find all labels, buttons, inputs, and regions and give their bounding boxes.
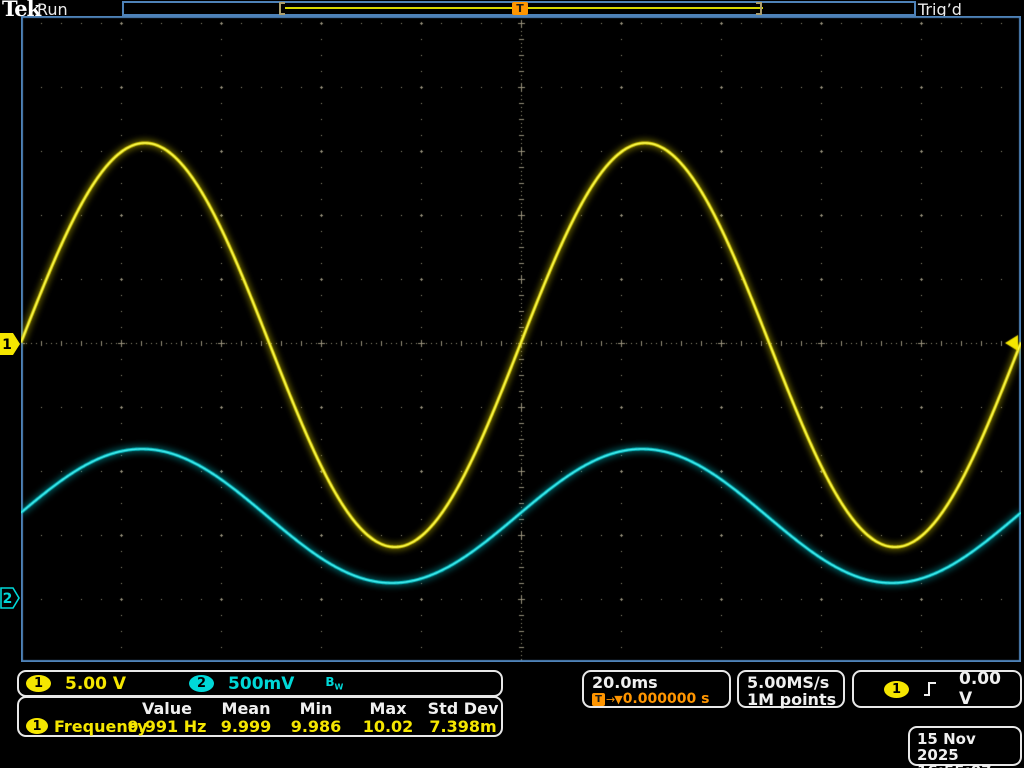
trigger-source-badge: 1 [884, 681, 909, 698]
channel1-ground-marker: 1 [0, 332, 22, 356]
horizontal-scale: 20.0ms [592, 674, 729, 691]
trigger-readout-box: 1 0.00 V [852, 670, 1022, 708]
measurement-source: 1 Frequency [19, 717, 123, 736]
measurement-header-value: Value [123, 699, 211, 718]
record-trigger-position-icon: T [512, 2, 528, 15]
datetime-box: 15 Nov 2025 16:55:07 [908, 726, 1022, 766]
measurement-header-max: Max [351, 699, 425, 718]
oscilloscope-screen: Tek Run Trig’d T T 1 2 1 5.00 V 2 500mV … [0, 0, 1024, 768]
date-label: 15 Nov 2025 [917, 731, 1020, 763]
graticule-canvas [21, 16, 1021, 662]
trigger-level: 0.00 V [959, 669, 1020, 709]
time-label: 16:55:07 [917, 763, 1020, 768]
channel2-ground-marker: 2 [0, 586, 22, 610]
channel1-badge: 1 [26, 675, 51, 692]
measurement-max: 10.02 [351, 717, 425, 736]
bandwidth-limit-icon: BW [325, 675, 343, 691]
measurement-header-min: Min [281, 699, 351, 718]
record-window-right-bracket [756, 2, 762, 15]
measurement-source-badge: 1 [26, 718, 48, 734]
measurement-min: 9.986 [281, 717, 351, 736]
horizontal-readout-box: 20.0ms T →▼ 0.000000 s [582, 670, 731, 708]
sample-rate: 5.00MS/s [747, 674, 843, 691]
trigger-t-icon: T [592, 693, 605, 706]
channel1-scale: 5.00 V [65, 674, 126, 694]
trigger-position-readout: T →▼ 0.000000 s [592, 691, 729, 707]
measurement-value: 9.991 Hz [123, 717, 211, 736]
measurement-stddev: 7.398m [425, 717, 501, 736]
measurement-header-mean: Mean [211, 699, 281, 718]
measurement-box: Value Mean Min Max Std Dev 1 Frequency 9… [17, 696, 503, 737]
trigger-position-value: 0.000000 s [623, 691, 710, 707]
channel-readout-box: 1 5.00 V 2 500mV BW [17, 670, 503, 697]
record-window-left-bracket [279, 2, 285, 15]
channel2-scale: 500mV [228, 674, 294, 694]
channel1-marker-label: 1 [2, 337, 12, 353]
measurement-header-stddev: Std Dev [425, 699, 501, 718]
trigger-arrows-icon: →▼ [606, 693, 622, 706]
channel2-marker-label: 2 [3, 591, 13, 607]
acquisition-readout-box: 5.00MS/s 1M points [737, 670, 845, 708]
channel2-badge: 2 [189, 675, 214, 692]
record-view-bar: T [122, 1, 916, 16]
record-length: 1M points [747, 691, 843, 708]
rising-edge-icon [923, 681, 937, 697]
measurement-mean: 9.999 [211, 717, 281, 736]
